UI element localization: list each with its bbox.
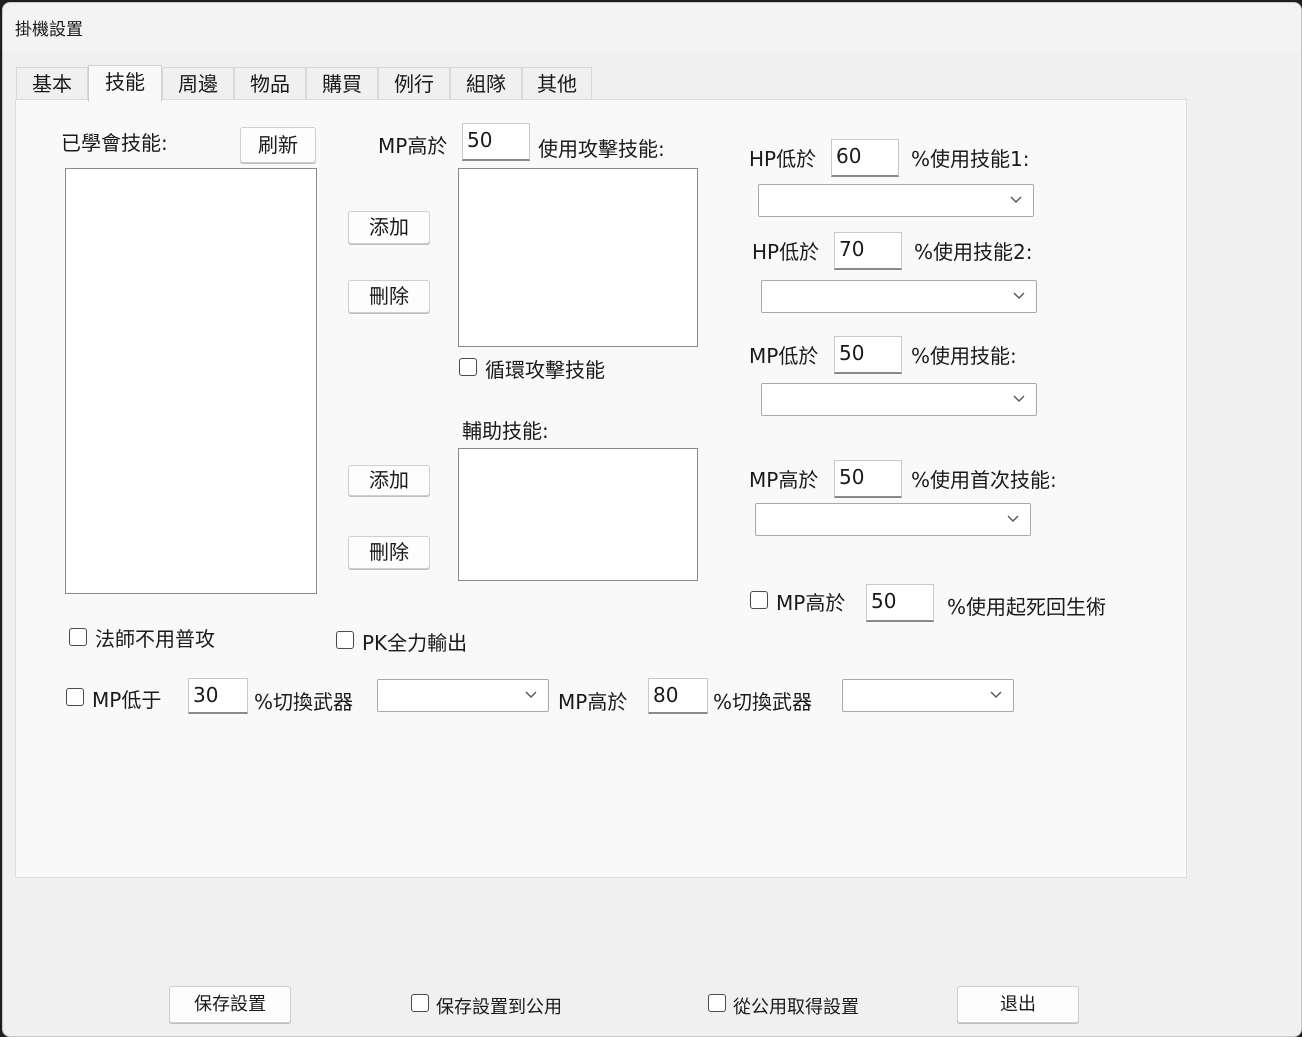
mp-low-suffix: %使用技能: [911, 344, 1017, 368]
weapon-high-select[interactable] [842, 679, 1014, 712]
revive-suffix: %使用起死回生術 [947, 595, 1107, 619]
add-attack-skill-button[interactable]: 添加 [348, 211, 430, 244]
attack-skills-list[interactable] [458, 168, 698, 347]
hp2-prefix: HP低於 [752, 240, 820, 264]
add-assist-skill-button[interactable]: 添加 [348, 465, 430, 496]
assist-skills-list[interactable] [458, 448, 698, 581]
mp-low-prefix: MP低於 [749, 344, 819, 368]
tab-purchase[interactable]: 購買 [306, 67, 378, 100]
mage-no-attack-label: 法師不用普攻 [95, 627, 215, 651]
weapon-high-prefix: MP高於 [558, 690, 628, 714]
tab-routine[interactable]: 例行 [378, 67, 450, 100]
load-public-label: 從公用取得設置 [733, 997, 859, 1018]
attack-skills-label: 使用攻擊技能: [538, 137, 665, 161]
chevron-down-icon [1013, 292, 1025, 299]
weapon-low-suffix: %切換武器 [254, 690, 354, 714]
mp-first-prefix: MP高於 [749, 468, 819, 492]
tab-skills[interactable]: 技能 [88, 65, 162, 102]
skills-panel: 已學會技能: 刷新 MP高於 50 使用攻擊技能: 添加 刪除 循環攻擊技能 輔… [15, 99, 1187, 878]
tab-party[interactable]: 組隊 [450, 67, 522, 100]
revive-checkbox[interactable] [750, 591, 768, 609]
learned-skills-list[interactable] [65, 168, 317, 594]
attack-mp-input[interactable]: 50 [462, 123, 530, 161]
chevron-down-icon [1013, 395, 1025, 402]
load-public-checkbox[interactable] [708, 994, 726, 1012]
weapon-low-input[interactable]: 30 [188, 678, 248, 714]
mp-first-skill-select[interactable] [755, 503, 1031, 536]
window-title: 掛機設置 [15, 20, 83, 40]
weapon-switch-checkbox[interactable] [66, 688, 84, 706]
tab-other[interactable]: 其他 [522, 67, 592, 100]
save-public-checkbox[interactable] [411, 994, 429, 1012]
title-bar[interactable]: 掛機設置 [3, 3, 1301, 53]
mp-low-skill-select[interactable] [761, 383, 1037, 416]
hp1-skill-select[interactable] [758, 184, 1034, 217]
settings-window: 掛機設置 基本 技能 周邊 物品 購買 例行 組隊 其他 已學會技能: 刷新 M… [2, 2, 1302, 1037]
save-settings-button[interactable]: 保存設置 [169, 986, 291, 1023]
hp1-input[interactable]: 60 [831, 139, 899, 177]
revive-prefix: MP高於 [776, 591, 846, 615]
loop-attack-checkbox[interactable] [459, 358, 477, 376]
weapon-high-input[interactable]: 80 [648, 678, 708, 714]
mp-low-input[interactable]: 50 [834, 336, 902, 374]
attack-mp-label: MP高於 [378, 134, 448, 158]
delete-assist-skill-button[interactable]: 刪除 [348, 536, 430, 569]
tab-basic[interactable]: 基本 [16, 67, 88, 100]
hp2-suffix: %使用技能2: [914, 240, 1033, 264]
weapon-low-prefix: MP低于 [92, 688, 162, 712]
tab-surroundings[interactable]: 周邊 [162, 67, 234, 100]
assist-skills-label: 輔助技能: [462, 419, 549, 443]
hp1-suffix: %使用技能1: [911, 147, 1030, 171]
mage-no-attack-checkbox[interactable] [69, 628, 87, 646]
weapon-high-suffix: %切換武器 [713, 690, 813, 714]
refresh-button[interactable]: 刷新 [240, 127, 316, 163]
hp1-prefix: HP低於 [749, 147, 817, 171]
pk-full-output-checkbox[interactable] [336, 631, 354, 649]
save-public-label: 保存設置到公用 [436, 997, 562, 1018]
tab-items[interactable]: 物品 [234, 67, 306, 100]
mp-first-input[interactable]: 50 [834, 460, 902, 498]
delete-attack-skill-button[interactable]: 刪除 [348, 280, 430, 313]
chevron-down-icon [525, 691, 537, 698]
mp-first-suffix: %使用首次技能: [911, 468, 1057, 492]
hp2-input[interactable]: 70 [834, 232, 902, 270]
weapon-low-select[interactable] [377, 679, 549, 712]
revive-input[interactable]: 50 [866, 584, 934, 622]
loop-attack-label: 循環攻擊技能 [485, 358, 605, 382]
hp2-skill-select[interactable] [761, 280, 1037, 313]
chevron-down-icon [990, 691, 1002, 698]
pk-full-output-label: PK全力輸出 [362, 631, 468, 655]
learned-skills-label: 已學會技能: [61, 131, 168, 155]
chevron-down-icon [1007, 515, 1019, 522]
exit-button[interactable]: 退出 [957, 986, 1079, 1023]
chevron-down-icon [1010, 196, 1022, 203]
